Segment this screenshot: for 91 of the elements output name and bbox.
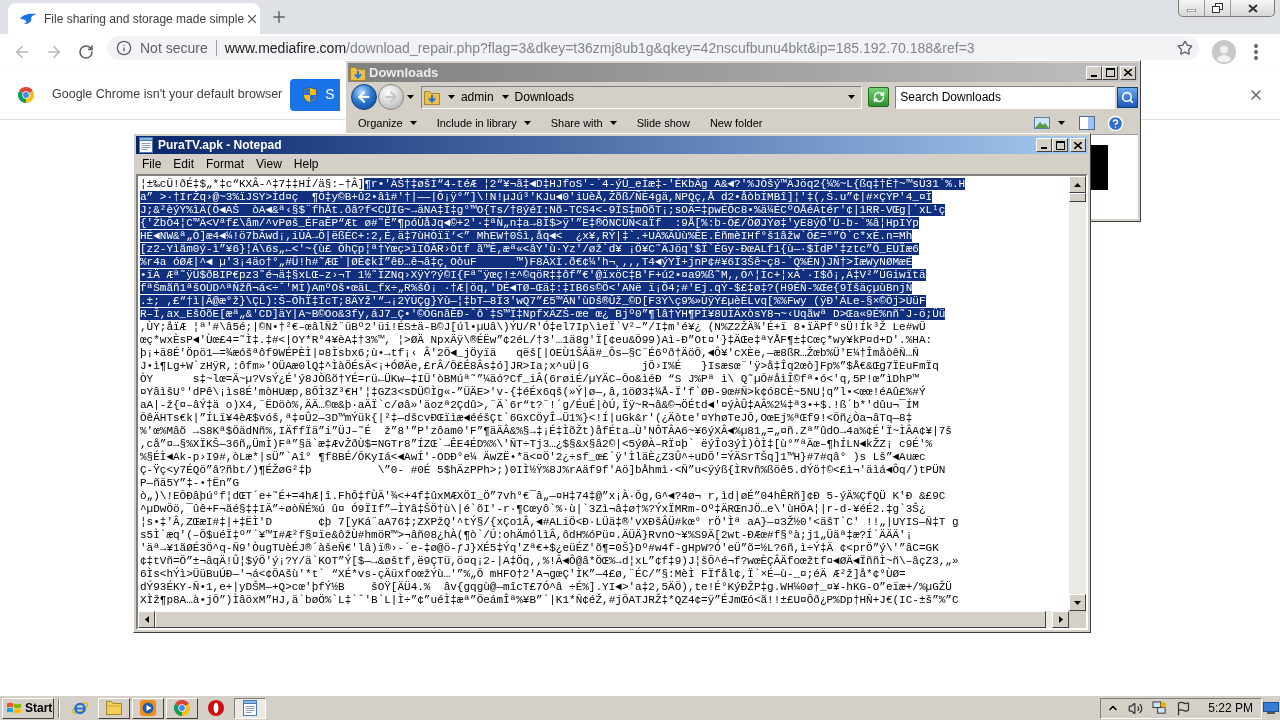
maximize-button[interactable] xyxy=(1102,65,1118,80)
refresh-button[interactable] xyxy=(868,87,890,107)
reload-icon xyxy=(78,44,94,60)
folder-icon xyxy=(106,701,122,715)
address-field[interactable]: admin Downloads xyxy=(420,85,863,109)
scroll-up-button[interactable] xyxy=(1069,176,1086,193)
search-button[interactable] xyxy=(1117,86,1138,108)
close-button[interactable] xyxy=(1070,138,1086,152)
bookmark-button[interactable] xyxy=(1177,40,1193,56)
restore-icon xyxy=(1212,3,1223,13)
shield-icon xyxy=(303,86,318,103)
speaker-icon[interactable] xyxy=(1128,700,1144,716)
set-default-button[interactable]: S xyxy=(290,78,341,111)
star-icon xyxy=(1177,40,1193,56)
help-icon xyxy=(1107,114,1124,132)
window-title: PuraTV.apk - Notepad xyxy=(158,137,282,154)
maximize-icon xyxy=(1055,140,1065,150)
media-play-icon xyxy=(140,700,156,716)
toolbar-button[interactable]: Share with xyxy=(550,114,617,132)
flag-icon[interactable] xyxy=(1176,700,1192,716)
search-field[interactable]: Search Downloads xyxy=(895,85,1115,109)
browser-logo-icon xyxy=(174,700,190,716)
scroll-thumb[interactable] xyxy=(1069,193,1086,202)
browser-tab[interactable]: File sharing and storage made simple xyxy=(8,3,260,34)
browser-logo-icon xyxy=(18,86,34,103)
e-logo-icon xyxy=(71,700,89,716)
new-tab-button[interactable] xyxy=(270,8,288,26)
clock-text[interactable]: 5:22 PM xyxy=(1208,699,1253,717)
toolbar-button[interactable]: Organize xyxy=(358,114,417,132)
preview-pane-button[interactable] xyxy=(1079,116,1095,130)
window-title: Downloads xyxy=(369,63,439,82)
avatar-icon xyxy=(1212,40,1236,64)
search-icon xyxy=(1121,90,1134,104)
picture-icon xyxy=(1034,117,1050,129)
monitor-icon xyxy=(1263,702,1279,714)
breadcrumb-item[interactable]: admin xyxy=(460,88,494,106)
menu-item[interactable]: View xyxy=(250,155,288,173)
close-icon xyxy=(1074,141,1082,149)
view-button[interactable] xyxy=(1034,117,1065,129)
network-icon[interactable] xyxy=(1152,700,1168,716)
more-icon xyxy=(1254,44,1258,60)
menu-item[interactable]: Edit xyxy=(167,155,201,173)
minimize-icon xyxy=(1091,74,1097,77)
pane-icon xyxy=(1079,116,1095,130)
url-text: www.mediafire.com/download_repair.php?flag=3&dkey=t36zmj8ub1g&qkey=42nscufbunu4bkt&ip=185.192.70.188&ref=3 xyxy=(224,40,975,56)
caret-down-icon xyxy=(501,95,509,99)
flag-logo-icon xyxy=(6,701,22,715)
back-button[interactable] xyxy=(351,84,377,110)
caret-down-icon xyxy=(1074,600,1081,605)
minimize-icon xyxy=(1187,9,1196,12)
menu-item[interactable]: Help xyxy=(287,155,325,173)
close-icon xyxy=(1247,3,1258,13)
info-icon xyxy=(116,40,132,56)
maximize-icon xyxy=(1105,68,1115,77)
swoosh-logo-icon xyxy=(20,13,37,24)
address-field[interactable]: Not secure www.mediafire.com/download_repair.php?flag=3&dkey=t36zmj8ub1g&qkey=42nscufbunu4bkt&ip=185.192.70.188&ref=3 xyxy=(107,36,1199,60)
infobar-message: Google Chrome isn't your default browser xyxy=(52,86,283,104)
menu-item[interactable]: File xyxy=(136,155,168,173)
taskbar-button[interactable] xyxy=(234,697,266,719)
folder-arrow-icon xyxy=(350,64,366,81)
caret-down-icon xyxy=(406,95,414,99)
folder-arrow-icon xyxy=(423,89,440,105)
vertical-scrollbar[interactable] xyxy=(1069,176,1086,611)
scroll-left-button[interactable] xyxy=(138,611,155,628)
reload-button[interactable] xyxy=(76,42,96,62)
caret-up-icon xyxy=(1074,182,1081,187)
scroll-right-button[interactable] xyxy=(1052,611,1069,628)
notepad-icon xyxy=(243,700,257,716)
caret-right-icon xyxy=(1058,616,1063,623)
close-button[interactable] xyxy=(1120,65,1136,80)
caret-left-icon xyxy=(144,616,149,623)
arrow-right-icon xyxy=(45,43,63,61)
minimize-icon xyxy=(1041,147,1047,149)
caret-down-icon xyxy=(447,95,455,99)
size-grip[interactable] xyxy=(1069,611,1086,628)
caret-down-icon xyxy=(848,95,856,99)
toolbar-button[interactable]: Slide show xyxy=(636,114,690,132)
security-label: Not secure xyxy=(140,40,208,56)
close-icon xyxy=(1124,69,1132,76)
breadcrumb-item[interactable]: Downloads xyxy=(514,88,574,106)
toolbar-button[interactable]: New folder xyxy=(709,114,763,132)
help-button[interactable] xyxy=(1107,114,1124,132)
start-button[interactable]: Start xyxy=(2,697,54,719)
notepad-icon xyxy=(139,137,153,153)
maximize-button[interactable] xyxy=(1052,138,1068,152)
plus-icon xyxy=(270,8,288,26)
refresh-icon xyxy=(872,91,885,103)
toolbar-button[interactable]: Include in library xyxy=(436,114,531,132)
scroll-down-button[interactable] xyxy=(1069,594,1086,611)
menu-item[interactable]: Format xyxy=(200,155,251,173)
o-logo-icon xyxy=(208,700,224,716)
